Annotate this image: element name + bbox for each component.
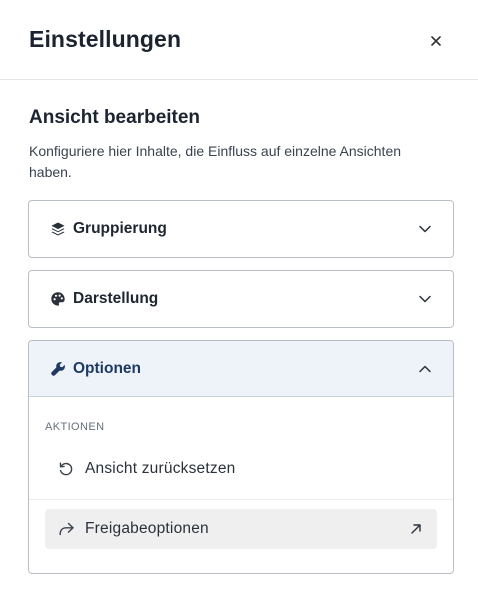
- reset-icon: [57, 460, 75, 478]
- accordion-header-optionen[interactable]: Optionen: [29, 341, 453, 397]
- reset-view-action[interactable]: Ansicht zurücksetzen: [45, 449, 437, 489]
- accordion-optionen: Optionen AKTIONEN Ansicht zurücksetzen F…: [28, 340, 454, 574]
- section-title: Ansicht bearbeiten: [29, 107, 201, 128]
- settings-header: Einstellungen: [0, 0, 478, 80]
- accordion-header-darstellung[interactable]: Darstellung: [29, 271, 453, 327]
- accordion-label: Gruppierung: [73, 220, 167, 237]
- accordion-label: Optionen: [73, 359, 142, 377]
- accordion-gruppierung: Gruppierung: [28, 200, 454, 258]
- action-label: Ansicht zurücksetzen: [85, 460, 236, 477]
- share-icon: [57, 520, 75, 538]
- chevron-down-icon: [417, 291, 433, 307]
- actions-group-label: AKTIONEN: [45, 421, 105, 433]
- page-title: Einstellungen: [29, 26, 182, 52]
- external-arrow-icon: [407, 520, 425, 538]
- sharing-options-action[interactable]: Freigabeoptionen: [45, 509, 437, 549]
- wrench-icon: [49, 360, 67, 378]
- close-button[interactable]: [426, 31, 446, 51]
- layers-icon: [49, 220, 67, 238]
- action-label: Freigabeoptionen: [85, 520, 209, 537]
- chevron-down-icon: [417, 221, 433, 237]
- close-icon: [431, 36, 441, 46]
- palette-icon: [49, 290, 67, 308]
- chevron-up-icon: [417, 361, 433, 377]
- accordion-darstellung: Darstellung: [28, 270, 454, 328]
- accordion-header-gruppierung[interactable]: Gruppierung: [29, 201, 453, 257]
- section-description: Konfiguriere hier Inhalte, die Einfluss …: [29, 143, 402, 180]
- divider: [29, 499, 453, 500]
- accordion-label: Darstellung: [73, 290, 159, 307]
- accordion-body-optionen: AKTIONEN Ansicht zurücksetzen Freigabeop…: [29, 397, 453, 573]
